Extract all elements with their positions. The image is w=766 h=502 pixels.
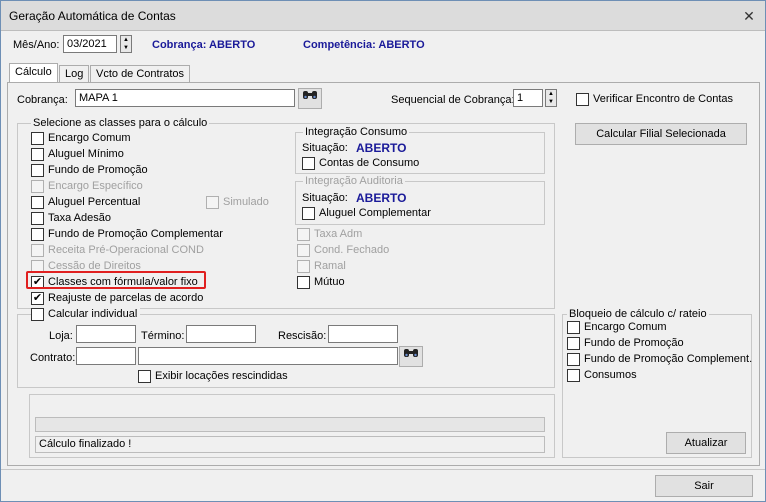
checkbox-box[interactable] xyxy=(576,93,589,106)
aluguel-complementar-checkbox[interactable]: Aluguel Complementar xyxy=(302,207,431,221)
cobranca-search-button[interactable] xyxy=(298,88,322,109)
spin-up-icon[interactable]: ▲ xyxy=(546,90,556,98)
rescisao-label: Rescisão: xyxy=(278,330,327,342)
atualizar-button[interactable]: Atualizar xyxy=(666,432,746,454)
check-icon[interactable]: ✔ xyxy=(31,292,44,305)
class-encargo-comum[interactable]: Encargo Comum xyxy=(31,132,131,146)
spin-down-icon[interactable]: ▼ xyxy=(546,98,556,106)
competencia-status: Competência: ABERTO xyxy=(303,39,425,51)
contrato-input[interactable] xyxy=(76,347,136,365)
spin-down-icon[interactable]: ▼ xyxy=(121,44,131,52)
class-receita-pre-operacional: Receita Pré-Operacional COND xyxy=(31,244,204,258)
tab-calculo[interactable]: Cálculo xyxy=(9,63,58,83)
exibir-rescindidas-checkbox[interactable]: Exibir locações rescindidas xyxy=(138,370,288,384)
contrato-search-button[interactable] xyxy=(399,346,423,367)
consumo-situacao-value: ABERTO xyxy=(356,141,407,155)
progress-bar xyxy=(35,417,545,432)
spin-up-icon[interactable]: ▲ xyxy=(121,36,131,44)
mes-ano-label: Mês/Ano: xyxy=(13,39,60,51)
classes-group-title: Selecione as classes para o cálculo xyxy=(31,117,210,130)
status-message: Cálculo finalizado ! xyxy=(35,436,545,453)
consumo-situacao-label: Situação: xyxy=(302,142,348,154)
class-taxa-adm: Taxa Adm xyxy=(297,228,362,242)
contas-consumo-checkbox[interactable]: Contas de Consumo xyxy=(302,157,419,171)
rescisao-input[interactable] xyxy=(328,325,398,343)
class-fundo-promocao[interactable]: Fundo de Promoção xyxy=(31,164,148,178)
sequencial-label: Sequencial de Cobrança: xyxy=(391,94,515,106)
mes-ano-input[interactable]: 03/2021 xyxy=(63,35,117,53)
main-window: Geração Automática de Contas ✕ Mês/Ano: … xyxy=(0,0,766,502)
class-fundo-promocao-complementar[interactable]: Fundo de Promoção Complementar xyxy=(31,228,223,242)
class-taxa-adesao[interactable]: Taxa Adesão xyxy=(31,212,111,226)
auditoria-situacao-value: ABERTO xyxy=(356,191,407,205)
calcular-filial-button[interactable]: Calcular Filial Selecionada xyxy=(575,123,747,145)
checkbox-label: Verificar Encontro de Contas xyxy=(593,93,734,105)
class-encargo-especifico: Encargo Específico xyxy=(31,180,143,194)
class-aluguel-percentual[interactable]: Aluguel Percentual xyxy=(31,196,140,210)
bloqueio-encargo-comum[interactable]: Encargo Comum xyxy=(567,321,667,335)
class-ramal: Ramal xyxy=(297,260,346,274)
bloqueio-consumos[interactable]: Consumos xyxy=(567,369,637,383)
integracao-consumo-title: Integração Consumo xyxy=(303,126,410,138)
verificar-encontro-checkbox[interactable]: Verificar Encontro de Contas xyxy=(576,93,733,107)
mes-ano-spinner[interactable]: ▲ ▼ xyxy=(120,35,132,53)
cobranca-label: Cobrança: xyxy=(17,94,68,106)
integracao-auditoria-title: Integração Auditoria xyxy=(303,175,405,187)
sair-button[interactable]: Sair xyxy=(655,475,753,497)
sequencial-spinner[interactable]: ▲ ▼ xyxy=(545,89,557,107)
contrato-label: Contrato: xyxy=(30,352,76,364)
tab-log[interactable]: Log xyxy=(59,65,90,83)
simulado-checkbox: Simulado xyxy=(206,196,269,210)
class-cond-fechado: Cond. Fechado xyxy=(297,244,389,258)
termino-input[interactable] xyxy=(186,325,256,343)
tab-vcto-contratos[interactable]: Vcto de Contratos xyxy=(90,65,191,83)
sequencial-input[interactable]: 1 xyxy=(513,89,543,107)
loja-label: Loja: xyxy=(49,330,73,342)
group-title-text: Selecione as classes para o cálculo xyxy=(33,117,208,129)
highlight-box xyxy=(26,271,206,289)
binoculars-icon xyxy=(302,91,318,104)
calcular-individual-checkbox[interactable]: Calcular individual xyxy=(31,308,141,322)
binoculars-icon xyxy=(403,349,419,362)
class-reajuste-parcelas[interactable]: ✔ Reajuste de parcelas de acordo xyxy=(31,292,203,306)
cobranca-input[interactable]: MAPA 1 xyxy=(75,89,295,107)
bloqueio-fundo-promocao-complement[interactable]: Fundo de Promoção Complement. xyxy=(567,353,752,367)
class-mutuo[interactable]: Mútuo xyxy=(297,276,345,290)
footer-divider xyxy=(1,469,765,470)
class-aluguel-minimo[interactable]: Aluguel Mínimo xyxy=(31,148,124,162)
bloqueio-title: Bloqueio de cálculo c/ rateio xyxy=(567,308,709,320)
loja-input[interactable] xyxy=(76,325,136,343)
window-title: Geração Automática de Contas xyxy=(9,9,176,23)
title-bar: Geração Automática de Contas ✕ xyxy=(1,1,765,31)
close-icon[interactable]: ✕ xyxy=(739,7,759,25)
contrato-desc-input[interactable] xyxy=(138,347,398,365)
cobranca-status: Cobrança: ABERTO xyxy=(152,39,256,51)
bloqueio-fundo-promocao[interactable]: Fundo de Promoção xyxy=(567,337,684,351)
termino-label: Término: xyxy=(141,330,185,342)
auditoria-situacao-label: Situação: xyxy=(302,192,348,204)
